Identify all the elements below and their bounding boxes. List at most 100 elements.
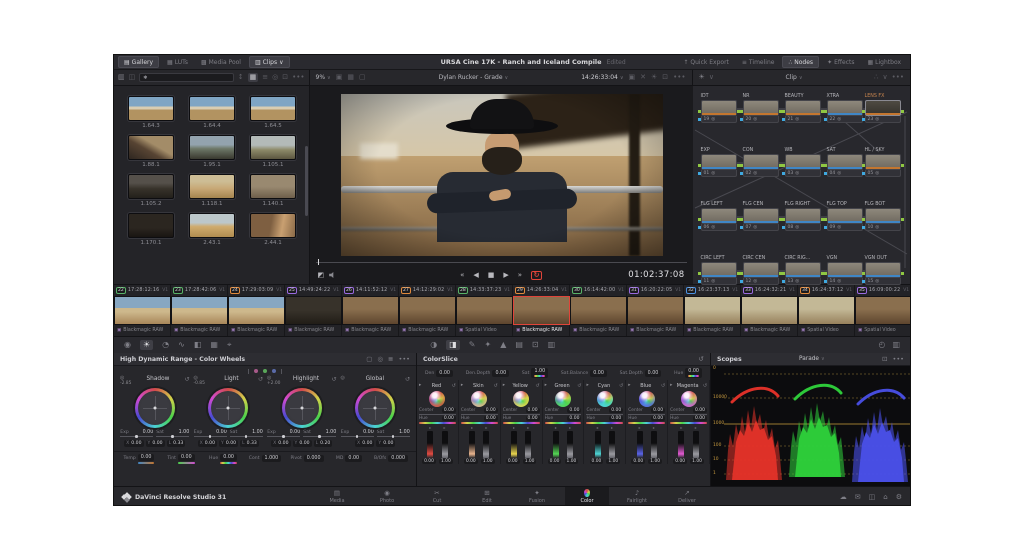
global-value[interactable]: 1.00 (534, 369, 545, 374)
luma-field[interactable]: L0.33 (167, 440, 186, 447)
node-thumbnail[interactable] (865, 208, 901, 224)
page-tab[interactable]: ▤ Media (315, 487, 359, 506)
still-thumbnail[interactable] (189, 135, 235, 160)
hue-slider[interactable] (545, 422, 582, 424)
panel-dock-icon[interactable]: ▢ (366, 355, 372, 363)
exposure-slider[interactable] (194, 436, 227, 437)
grade-node[interactable]: FLG TOP 09 ◎ (827, 202, 863, 231)
timeline-clip[interactable]: 23 17:28:42:06 V1 ▣ Blackmagic RAW (171, 285, 228, 336)
footer-slider-value[interactable]: 0.00 (220, 454, 237, 461)
node-thumbnail[interactable] (785, 100, 821, 116)
footer-slider-value[interactable]: 0.00 (345, 455, 362, 462)
density-bar[interactable] (469, 431, 475, 458)
sort-icon[interactable]: ↕ (238, 74, 244, 81)
center-slider[interactable] (461, 414, 498, 415)
node-input-port[interactable] (782, 272, 785, 275)
zone-dot[interactable] (263, 369, 267, 373)
scope-more-icon[interactable]: ••• (892, 355, 904, 363)
timeline-clip[interactable]: 22 17:28:12:16 V1 ▣ Blackmagic RAW (114, 285, 171, 336)
x-coordinate-field[interactable]: X0.00 (355, 440, 374, 447)
blur-icon[interactable]: ▲ (500, 341, 506, 349)
node-input-port[interactable] (782, 218, 785, 221)
node-input-port[interactable] (740, 272, 743, 275)
grab-still-icon[interactable]: ▣ (629, 74, 636, 81)
node-mask-port[interactable] (740, 280, 743, 283)
power-window-icon[interactable]: ▦ (210, 341, 218, 349)
page-tab[interactable]: ✦ Fusion (515, 487, 559, 506)
x-coordinate-field[interactable]: X0.00 (271, 440, 290, 447)
node-mask-port[interactable] (782, 226, 785, 229)
highlight-icon[interactable]: ▢ (359, 74, 366, 81)
global-value[interactable]: 0.00 (593, 371, 604, 376)
fullscreen-icon[interactable]: ⊡ (662, 74, 668, 81)
saturation-bar[interactable] (567, 431, 573, 458)
scope-expand-icon[interactable]: ⊡ (882, 355, 887, 363)
vector-reset-icon[interactable]: ↺ (619, 383, 623, 389)
vector-reset-icon[interactable]: ↺ (577, 383, 581, 389)
still-thumbnail[interactable] (250, 135, 296, 160)
unmix-icon[interactable]: ◩ (318, 272, 325, 279)
node-thumbnail[interactable] (701, 262, 737, 278)
center-value[interactable]: 0.00 (526, 408, 540, 413)
grade-node[interactable]: VGN 14 ◎ (827, 256, 863, 285)
center-slider[interactable] (503, 414, 540, 415)
wheel-balance-dot[interactable] (153, 407, 156, 410)
center-value[interactable]: 0.00 (442, 408, 456, 413)
still-thumbnail[interactable] (250, 96, 296, 121)
hue-slider[interactable] (419, 422, 456, 424)
saturation-bar[interactable] (483, 431, 489, 458)
gallery-still[interactable]: 2.43.1 (189, 213, 235, 246)
key-icon[interactable]: ▤ (515, 341, 523, 349)
page-tab[interactable]: ● Color (565, 487, 609, 506)
x-coordinate-field[interactable]: X0.00 (124, 440, 143, 447)
global-control[interactable]: Sat 1.00 (522, 368, 548, 378)
bar-low-value[interactable]: 0.00 (464, 459, 478, 464)
wheel-reset-icon[interactable]: ↺ (184, 376, 189, 383)
saturation-bar[interactable] (442, 431, 448, 458)
node-more-icon[interactable]: ••• (892, 74, 904, 81)
node-thumbnail[interactable] (701, 154, 737, 170)
density-bar[interactable] (595, 431, 601, 458)
play-button[interactable]: ▶ (503, 272, 508, 279)
node-input-port[interactable] (740, 164, 743, 167)
more-options-icon[interactable]: ••• (292, 74, 304, 81)
next-clip-button[interactable]: » (518, 272, 522, 279)
node-mask-port[interactable] (698, 226, 701, 229)
timeline-clip[interactable]: 32 16:23:37:13 V1 ▣ Blackmagic RAW (684, 285, 741, 336)
mixer-icon[interactable]: ◑ (430, 341, 437, 349)
gallery-still[interactable]: 1.64.4 (189, 96, 235, 129)
still-thumbnail[interactable] (250, 213, 296, 238)
still-thumbnail[interactable] (128, 174, 174, 199)
saturation-bar[interactable] (693, 431, 699, 458)
node-thumbnail[interactable] (743, 154, 779, 170)
node-input-port[interactable] (740, 110, 743, 113)
hue-value[interactable]: 0.00 (651, 416, 665, 421)
messages-icon[interactable]: ✉ (855, 493, 861, 501)
global-control[interactable]: Sat.Balance 0.00 (561, 370, 607, 377)
colorslice-icon[interactable]: ◨ (446, 340, 460, 350)
grade-node[interactable]: CON 02 ◎ (743, 148, 779, 177)
still-thumbnail[interactable] (250, 174, 296, 199)
still-thumbnail[interactable] (189, 174, 235, 199)
global-value[interactable]: 0.00 (495, 371, 506, 376)
timeline-clip[interactable]: 29 14:26:33:04 V1 ▣ Blackmagic RAW (513, 285, 570, 336)
vector-color-sphere[interactable] (471, 391, 487, 407)
center-value[interactable]: 0.00 (484, 408, 498, 413)
center-value[interactable]: 0.00 (651, 408, 665, 413)
node-thumbnail[interactable] (743, 262, 779, 278)
node-thumbnail[interactable] (827, 262, 863, 278)
keyframe-panel-icon[interactable]: ▥ (892, 341, 900, 349)
curves-icon[interactable]: ∿ (178, 341, 185, 349)
node-input-port[interactable] (862, 164, 865, 167)
log-wheels-icon[interactable]: ◔ (162, 341, 169, 349)
clip-thumbnail[interactable] (228, 296, 285, 325)
hdr-footer-item[interactable]: Hue 0.00 (202, 454, 244, 464)
saturation-bar[interactable] (609, 431, 615, 458)
grade-node[interactable]: FLG CEN 07 ◎ (743, 202, 779, 231)
vector-reset-icon[interactable]: ↺ (703, 383, 707, 389)
density-bar[interactable] (511, 431, 517, 458)
node-input-port[interactable] (862, 272, 865, 275)
gallery-still[interactable]: 1.170.1 (128, 213, 174, 246)
gallery-still[interactable]: 1.88.1 (128, 135, 174, 168)
quick-export-button[interactable]: ↑ Quick Export (678, 57, 734, 67)
